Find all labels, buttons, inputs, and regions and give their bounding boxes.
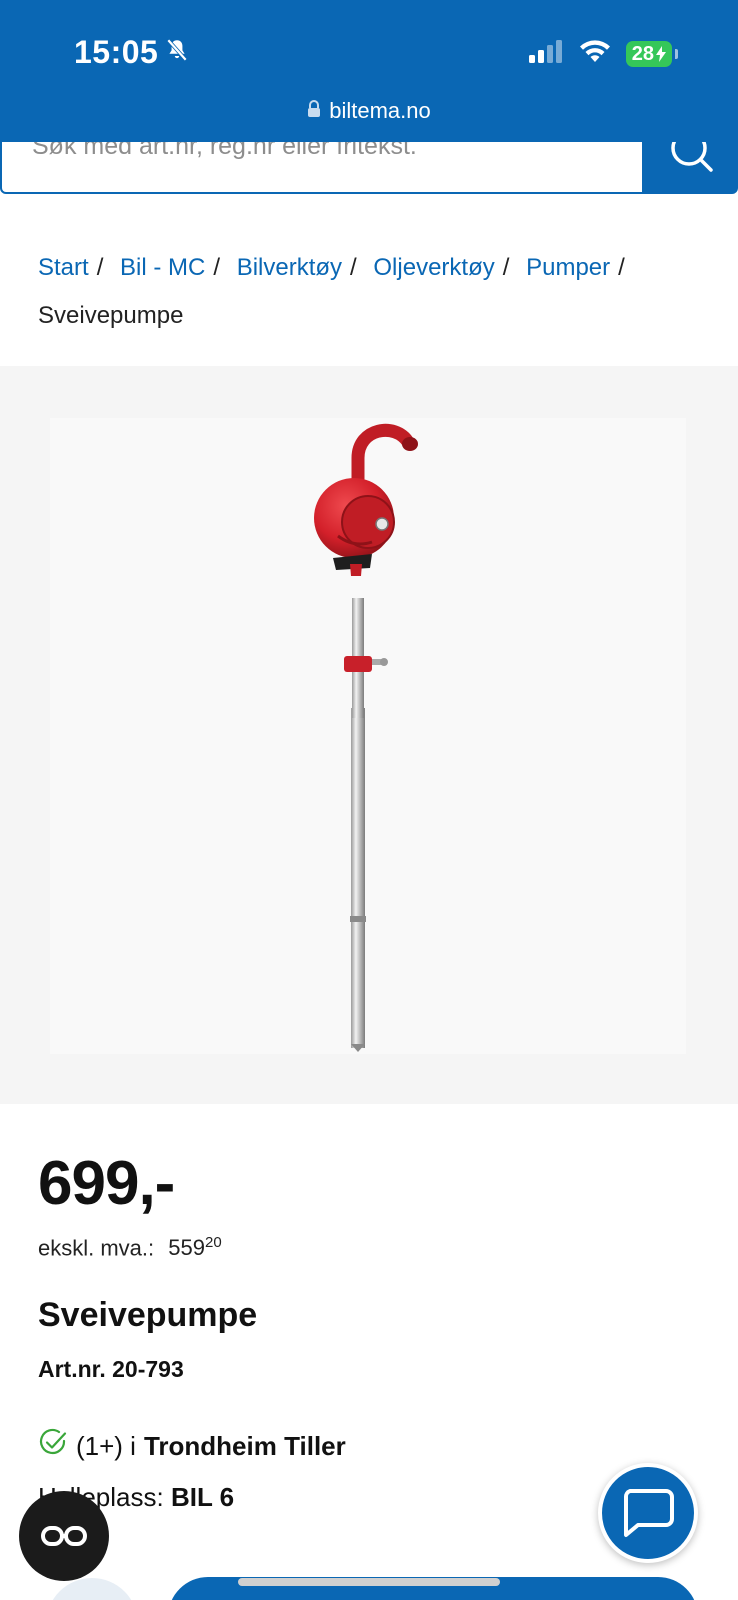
read-aloud-button[interactable] — [19, 1491, 109, 1581]
bottom-action-circle[interactable] — [46, 1578, 138, 1600]
browser-top-bar: 15:05 28 biltema.no — [0, 0, 738, 142]
breadcrumb-separator: / — [502, 254, 510, 281]
ex-vat-amount: 559 — [168, 1235, 205, 1261]
breadcrumb-separator: / — [213, 254, 221, 281]
chat-button[interactable] — [598, 1463, 698, 1563]
article-number: Art.nr. 20-793 — [38, 1356, 184, 1382]
cellular-signal-icon — [528, 39, 564, 68]
breadcrumb-separator: / — [350, 254, 357, 281]
product-image[interactable] — [50, 418, 686, 1054]
status-time: 15:05 — [74, 34, 190, 71]
breadcrumb-current: Sveivepumpe — [38, 302, 184, 329]
check-circle-icon — [38, 1428, 68, 1465]
stock-status[interactable]: (1+) i Trondheim Tiller — [38, 1428, 346, 1465]
home-indicator[interactable] — [238, 1578, 500, 1586]
price-ex-vat: ekskl. mva.: 55920 — [38, 1234, 222, 1261]
battery-indicator: 28 — [625, 40, 679, 67]
search-bar: Søk med art.nr, reg.nr eller fritekst. — [0, 142, 738, 194]
breadcrumb-link-oljeverktoy[interactable]: Oljeverktøy — [373, 254, 494, 281]
charging-bolt-icon — [656, 45, 666, 62]
status-indicators: 28 — [528, 38, 679, 69]
bell-slash-icon — [164, 34, 190, 71]
shelf-value: BIL 6 — [170, 1482, 235, 1512]
wifi-icon — [578, 38, 612, 69]
search-icon — [671, 142, 713, 172]
search-button[interactable] — [644, 142, 738, 194]
breadcrumb-link-bilverktoy[interactable]: Bilverktøy — [237, 254, 342, 281]
glasses-icon — [41, 1526, 87, 1546]
breadcrumb-link-start[interactable]: Start — [38, 254, 89, 281]
breadcrumb-link-pumper[interactable]: Pumper — [526, 254, 610, 281]
stock-count: (1+) i — [76, 1431, 136, 1461]
search-placeholder: Søk med art.nr, reg.nr eller fritekst. — [32, 142, 417, 160]
url-text: biltema.no — [329, 98, 431, 123]
search-input[interactable]: Søk med art.nr, reg.nr eller fritekst. — [0, 142, 644, 194]
lock-icon — [307, 98, 321, 124]
clock: 15:05 — [74, 34, 159, 70]
ex-vat-cents: 20 — [204, 1234, 222, 1251]
breadcrumb: Start / Bil - MC / Bilverktøy / Oljeverktøy… — [38, 244, 708, 340]
address-bar[interactable]: biltema.no — [0, 98, 738, 124]
product-price: 699,- — [38, 1149, 175, 1218]
product-image-gallery[interactable] — [0, 366, 738, 1104]
rotary-pump-illustration — [314, 423, 418, 1052]
product-title: Sveivepumpe — [38, 1296, 258, 1334]
ex-vat-label: ekskl. mva.: — [38, 1235, 155, 1261]
breadcrumb-separator: / — [96, 254, 104, 281]
breadcrumb-link-bil-mc[interactable]: Bil - MC — [120, 254, 205, 281]
breadcrumb-separator: / — [618, 254, 625, 281]
chat-bubble-icon — [624, 1489, 674, 1537]
stock-store[interactable]: Trondheim Tiller — [144, 1431, 346, 1462]
battery-level: 28 — [631, 42, 654, 65]
